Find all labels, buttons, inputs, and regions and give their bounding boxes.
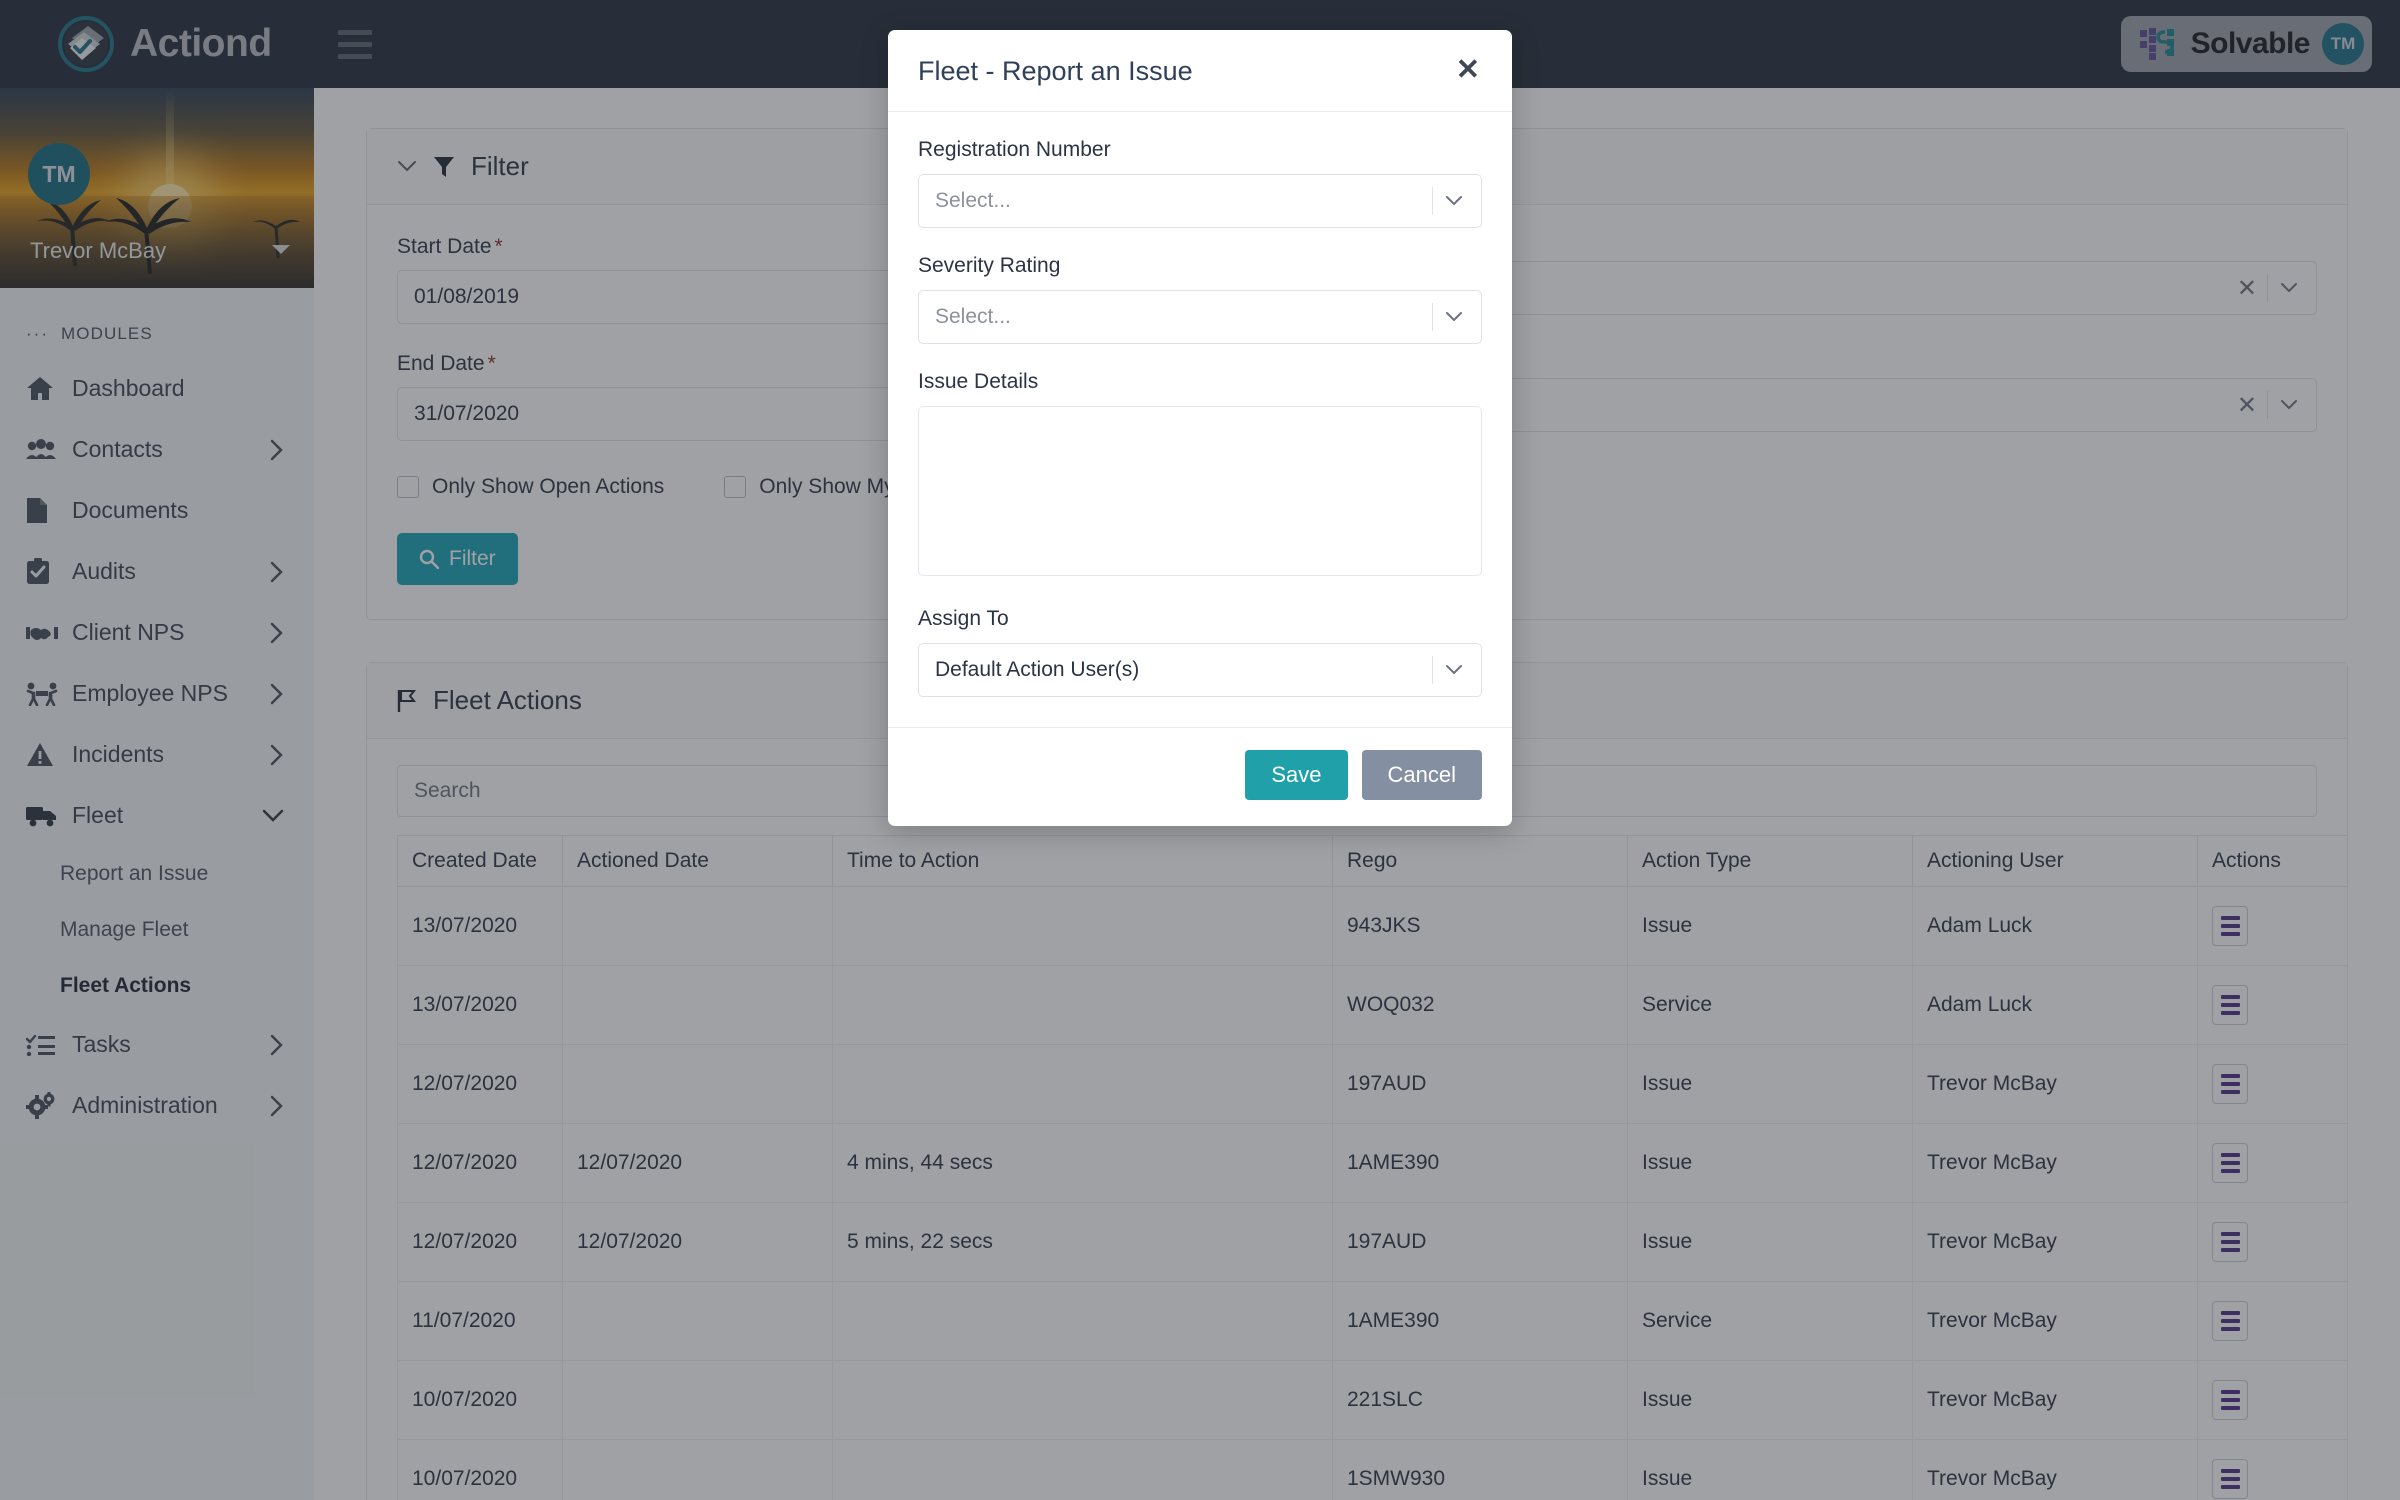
app-root: Actiond Solvable TM TM Trevor McBay ··· … xyxy=(0,0,2400,1500)
severity-rating-label: Severity Rating xyxy=(918,254,1061,277)
assign-to-value: Default Action User(s) xyxy=(935,658,1140,681)
chevron-down-icon[interactable] xyxy=(1433,664,1475,676)
close-icon[interactable]: ✕ xyxy=(1454,56,1482,85)
issue-details-label: Issue Details xyxy=(918,370,1039,393)
modal-header: Fleet - Report an Issue ✕ xyxy=(888,30,1512,112)
chevron-down-icon[interactable] xyxy=(1433,195,1475,207)
assign-to-select[interactable]: Default Action User(s) xyxy=(918,643,1482,697)
severity-rating-value: Select... xyxy=(935,305,1011,328)
registration-number-value: Select... xyxy=(935,189,1011,212)
cancel-button[interactable]: Cancel xyxy=(1361,750,1482,800)
issue-details-textarea[interactable] xyxy=(918,406,1482,576)
report-issue-modal: Fleet - Report an Issue ✕ Registration N… xyxy=(888,30,1512,826)
registration-number-select[interactable]: Select... xyxy=(918,174,1482,228)
modal-footer: Save Cancel xyxy=(888,727,1512,826)
chevron-down-icon[interactable] xyxy=(1433,311,1475,323)
severity-rating-select[interactable]: Select... xyxy=(918,290,1482,344)
assign-to-label: Assign To xyxy=(918,607,1009,630)
save-button[interactable]: Save xyxy=(1245,750,1348,800)
registration-number-label: Registration Number xyxy=(918,138,1111,161)
modal-body: Registration Number Select... Severity R… xyxy=(888,112,1512,727)
modal-title: Fleet - Report an Issue xyxy=(918,56,1193,86)
